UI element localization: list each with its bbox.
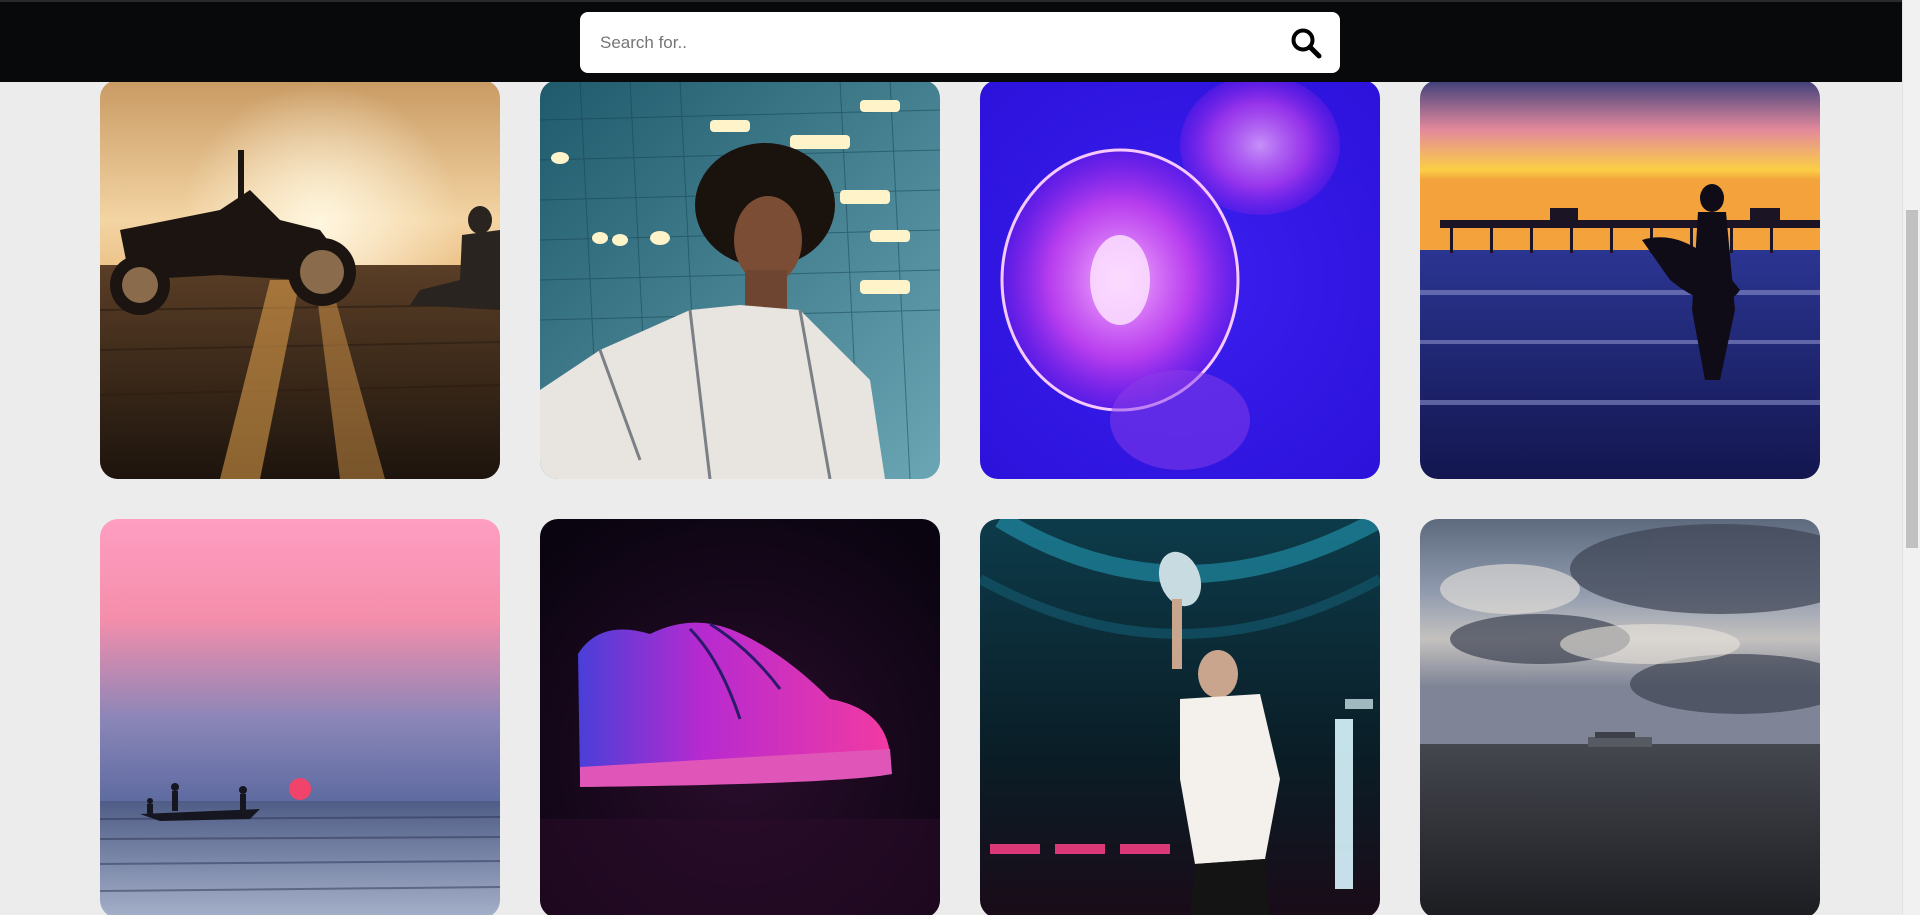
search-icon [1291,28,1322,59]
gallery-item-woman[interactable] [540,80,940,479]
gallery-item-motorcycle[interactable] [100,80,500,479]
jellyfish-photo [980,80,1380,479]
search-button[interactable] [1288,25,1324,61]
gallery-item-cloudy-beach[interactable] [1420,519,1820,915]
man-neon-lights-photo [980,519,1380,915]
pink-sneaker-photo [540,519,940,915]
page-viewport [0,0,1902,915]
pink-sky-boat-photo [100,519,500,915]
scrollbar-thumb[interactable] [1906,210,1918,548]
gallery-item-man-neon[interactable] [980,519,1380,915]
surfer-pier-sunset-photo [1420,80,1820,479]
search-input[interactable] [600,27,1240,58]
image-gallery [100,80,1820,915]
search-box [580,12,1340,73]
gallery-item-sneaker[interactable] [540,519,940,915]
gallery-item-boat[interactable] [100,519,500,915]
header-bar [0,0,1902,82]
gallery-item-jellyfish[interactable] [980,80,1380,479]
page-scrollbar[interactable] [1902,0,1920,915]
gallery-item-surfer[interactable] [1420,80,1820,479]
motorcycle-sunset-photo [100,80,500,479]
woman-curly-hair-photo [540,80,940,479]
cloudy-beach-plane-photo [1420,519,1820,915]
